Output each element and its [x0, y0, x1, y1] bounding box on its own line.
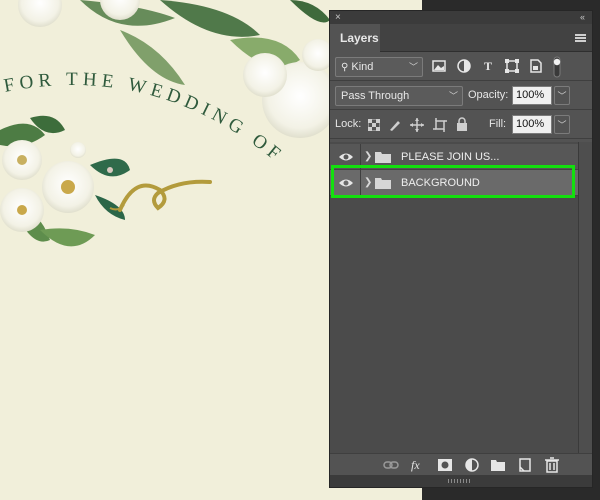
collapse-icon[interactable]: ‹‹: [580, 11, 585, 24]
row-divider: [360, 144, 361, 170]
folder-icon[interactable]: [490, 457, 506, 473]
link-icon[interactable]: [383, 457, 399, 473]
row-divider: [360, 170, 361, 196]
chevron-right-icon[interactable]: ❯: [364, 170, 372, 196]
panel-menu-icon[interactable]: [575, 34, 586, 42]
new-layer-icon[interactable]: [517, 457, 533, 473]
lock-all-icon[interactable]: [456, 117, 468, 131]
folder-icon: [375, 178, 391, 189]
folder-icon: [375, 152, 391, 163]
lock-label: Lock:: [335, 118, 362, 130]
resize-grip[interactable]: [448, 479, 472, 483]
trash-icon[interactable]: [544, 457, 560, 473]
panel-footer: fx: [330, 453, 592, 475]
mask-icon[interactable]: [437, 457, 453, 473]
chevron-right-icon[interactable]: ❯: [364, 144, 372, 170]
opacity-input[interactable]: 100%: [512, 86, 552, 105]
panel-tabbar: Layers: [330, 24, 592, 52]
blend-row: Pass Through ﹀ Opacity: 100% ﹀: [330, 81, 592, 110]
type-filter-icon[interactable]: T: [480, 58, 496, 74]
layers-scrollbar[interactable]: [578, 142, 592, 456]
adjustment-filter-icon[interactable]: [456, 58, 472, 74]
panel-titlebar: × ‹‹: [330, 11, 592, 24]
adjustment-icon[interactable]: [464, 457, 480, 473]
layer-row[interactable]: ❯ PLEASE JOIN US...: [330, 144, 578, 170]
shape-filter-icon[interactable]: [504, 58, 520, 74]
chevron-down-icon: ﹀: [448, 91, 458, 101]
layer-name: BACKGROUND: [401, 177, 480, 189]
panel-resize-bar[interactable]: [330, 475, 592, 487]
top-foliage: [18, 0, 338, 138]
fill-input[interactable]: 100%: [512, 115, 552, 134]
layers-list: ❯ PLEASE JOIN US... ❯ BACKGROUND: [330, 142, 578, 456]
eye-icon[interactable]: [338, 177, 354, 189]
blend-mode-dropdown[interactable]: Pass Through ﹀: [335, 86, 463, 106]
image-filter-icon[interactable]: [431, 58, 447, 74]
opacity-label: Opacity:: [468, 89, 509, 101]
left-bouquet: [0, 115, 130, 247]
fx-icon[interactable]: fx: [411, 457, 427, 473]
layer-row-selected[interactable]: ❯ BACKGROUND: [330, 170, 578, 196]
tab-layers[interactable]: Layers: [330, 24, 380, 52]
lock-image-pixels-icon[interactable]: [388, 118, 402, 132]
fill-dropdown-button[interactable]: ﹀: [554, 115, 570, 134]
close-icon[interactable]: ×: [335, 11, 341, 24]
layers-panel: × ‹‹ Layers ⚲ Kind ﹀ T Pass Through ﹀ Op…: [329, 10, 593, 488]
smart-object-filter-icon[interactable]: [528, 58, 544, 74]
lock-position-icon[interactable]: [410, 118, 424, 132]
chevron-down-icon: ﹀: [408, 62, 418, 72]
filter-kind-dropdown[interactable]: ⚲ Kind ﹀: [335, 57, 423, 77]
filter-row: ⚲ Kind ﹀ T: [330, 52, 592, 81]
lock-artboard-icon[interactable]: [433, 118, 447, 132]
filter-kind-label: Kind: [351, 61, 374, 73]
blend-mode-value: Pass Through: [341, 90, 410, 102]
lock-row: Lock: Fill: 100% ﹀: [330, 110, 592, 139]
fill-label: Fill:: [489, 118, 507, 130]
lock-transparent-pixels-icon[interactable]: [368, 119, 380, 131]
opacity-dropdown-button[interactable]: ﹀: [554, 86, 570, 105]
gold-flourish: [118, 179, 212, 212]
search-icon: ⚲: [341, 62, 349, 73]
filter-toggle-switch[interactable]: [552, 56, 562, 78]
layer-name: PLEASE JOIN US...: [401, 151, 500, 163]
eye-icon[interactable]: [338, 151, 354, 163]
